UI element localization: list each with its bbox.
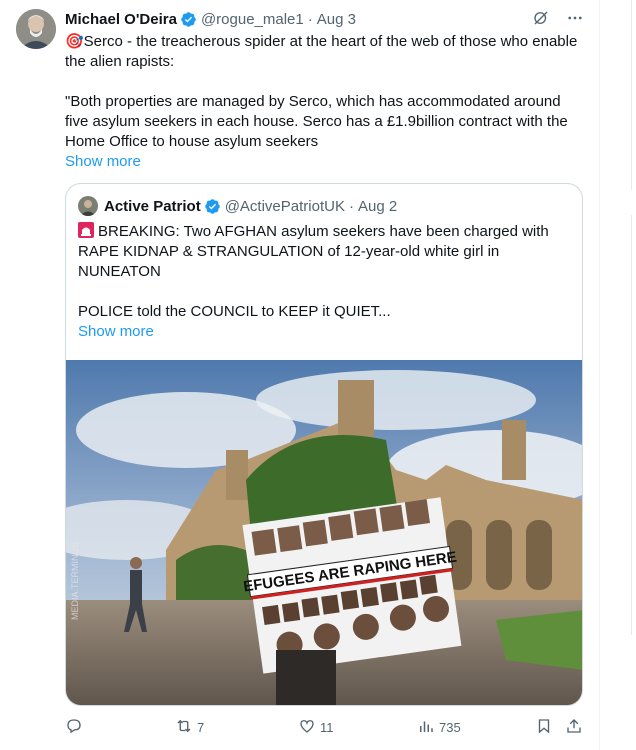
tweet-text: 🎯Serco - the treacherous spider at the h… [65,32,585,172]
header-tools [531,8,585,28]
quote-author-name[interactable]: Active Patriot [104,198,201,215]
show-more-link[interactable]: Show more [65,152,141,172]
siren-icon [78,222,94,238]
tweet-actions: 7 11 735 [65,716,585,738]
tweet-date[interactable]: Aug 3 [317,11,356,28]
quote-header: Active Patriot @ActivePatriotUK · Aug 2 [78,196,570,216]
right-rail-edge [628,0,636,750]
quote-show-more-link[interactable]: Show more [78,322,154,342]
repost-icon [175,717,193,738]
quote-paragraph-2: POLICE told the COUNCIL to KEEP it QUIET… [78,303,391,320]
reply-icon [65,717,83,738]
separator: · [307,10,313,28]
author-handle[interactable]: @rogue_male1 [201,11,304,28]
quote-media-image[interactable]: EFUGEES ARE RAPING HERE MEDIA.TERMINUS [66,360,582,705]
author-name[interactable]: Michael O'Deira [65,11,177,28]
avatar[interactable] [16,9,56,49]
verified-badge-icon [180,11,197,28]
like-icon [298,717,316,738]
tweet-header: Michael O'Deira @rogue_male1 · Aug 3 [65,8,585,30]
quote-paragraph-1: BREAKING: Two AFGHAN asylum seekers have… [78,223,549,280]
bookmark-button[interactable] [535,717,553,738]
quoted-tweet[interactable]: Active Patriot @ActivePatriotUK · Aug 2 … [65,183,583,706]
like-button[interactable]: 11 [298,717,334,738]
bookmark-icon [535,717,553,738]
tweet-body: Michael O'Deira @rogue_male1 · Aug 3 🎯Se… [65,8,585,172]
separator: · [348,197,354,215]
views-icon [417,717,435,738]
watermark-text: MEDIA.TERMINUS [70,542,80,620]
share-icon [565,717,583,738]
tweet-paragraph-1: 🎯Serco - the treacherous spider at the h… [65,33,578,70]
repost-count: 7 [197,719,205,735]
timeline-column: Michael O'Deira @rogue_male1 · Aug 3 🎯Se… [0,0,600,750]
views-count: 735 [439,719,461,735]
grok-icon[interactable] [531,8,551,28]
share-button[interactable] [565,717,583,738]
tweet[interactable]: Michael O'Deira @rogue_male1 · Aug 3 🎯Se… [0,0,600,735]
tweet-paragraph-2: "Both properties are managed by Serco, w… [65,93,568,150]
more-icon[interactable] [565,8,585,28]
reply-button[interactable] [65,717,87,738]
verified-badge-icon [204,198,221,215]
repost-button[interactable]: 7 [175,717,204,738]
like-count: 11 [320,719,334,735]
quote-date[interactable]: Aug 2 [358,198,397,215]
quote-author-handle[interactable]: @ActivePatriotUK [225,198,345,215]
quote-text: BREAKING: Two AFGHAN asylum seekers have… [78,222,570,342]
views-button[interactable]: 735 [417,717,461,738]
quote-avatar[interactable] [78,196,98,216]
